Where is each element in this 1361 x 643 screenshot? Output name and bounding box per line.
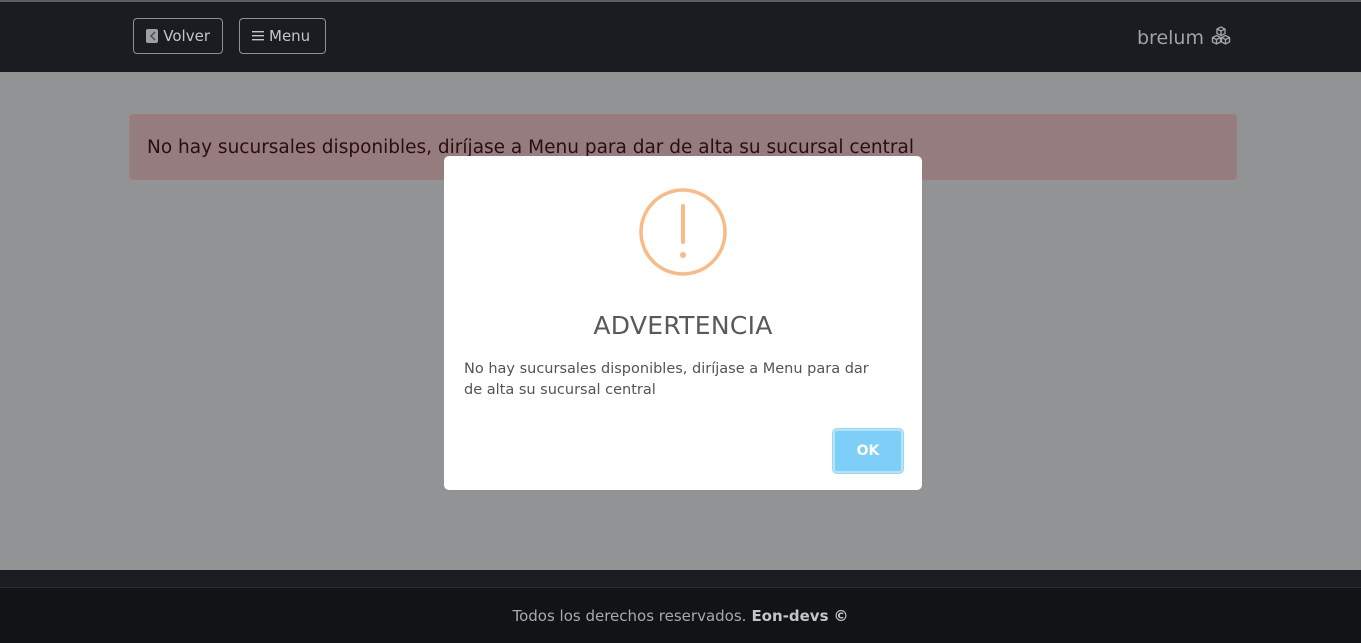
footer-spacer (0, 570, 1361, 587)
ok-button[interactable]: OK (833, 429, 903, 473)
hamburger-icon (252, 19, 264, 53)
warning-dialog: ADVERTENCIA No hay sucursales disponible… (444, 156, 922, 490)
arrow-left-square-icon (146, 29, 159, 43)
brand-name: brelum (1137, 27, 1204, 49)
footer-brand: Eon-devs (751, 606, 829, 625)
navbar: Volver Menu brelum (0, 2, 1361, 72)
brand[interactable]: brelum (1137, 24, 1232, 52)
dialog-title: ADVERTENCIA (593, 311, 773, 340)
footer-text: Todos los derechos reservados. (512, 606, 747, 625)
footer-copyright: © (833, 606, 849, 625)
back-button-label: Volver (163, 27, 210, 45)
back-button[interactable]: Volver (133, 18, 223, 54)
menu-button[interactable]: Menu (239, 18, 326, 54)
boxes-icon (1210, 25, 1232, 52)
alert-message: No hay sucursales disponibles, diríjase … (147, 136, 914, 158)
footer: Todos los derechos reservados. Eon-devs … (0, 587, 1361, 643)
warning-icon (639, 188, 727, 276)
dialog-message: No hay sucursales disponibles, diríjase … (464, 361, 869, 398)
menu-button-label: Menu (269, 27, 311, 45)
